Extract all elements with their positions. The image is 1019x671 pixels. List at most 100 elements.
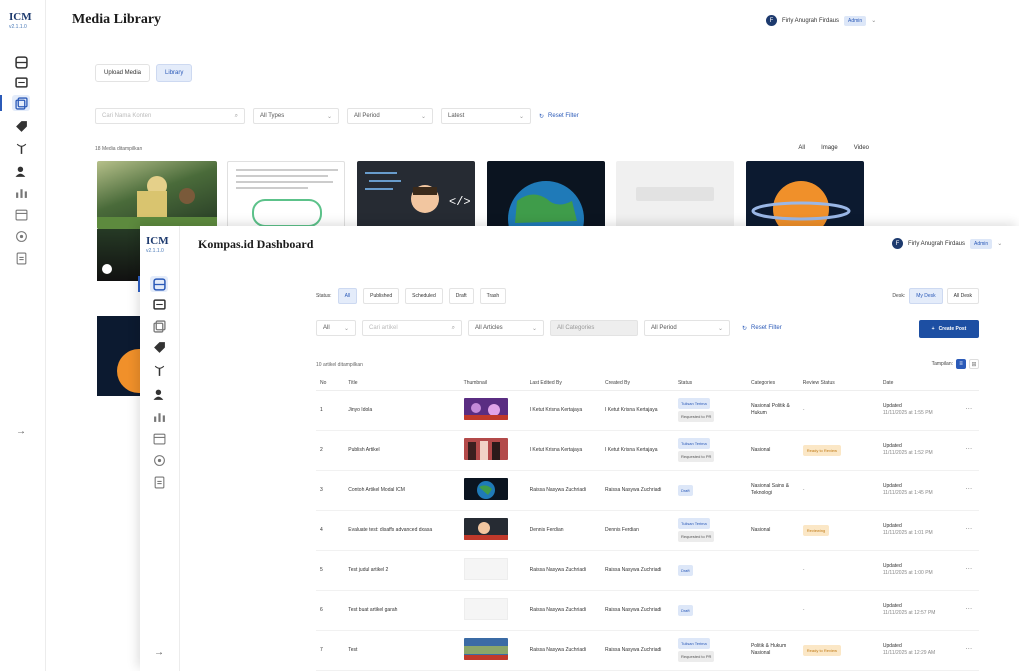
article-title-link[interactable]: Evaluate test: disaffs advanced dxasa [344, 510, 460, 551]
status-all[interactable]: All [337, 288, 358, 304]
media-thumbnail[interactable] [616, 161, 734, 229]
collapse-sidebar-icon[interactable]: → [12, 423, 30, 439]
list-view-icon[interactable]: ≡ [956, 359, 966, 369]
article-title-link[interactable]: Test buat artikel garah [344, 590, 460, 631]
desk-all-desk[interactable]: All Desk [946, 288, 979, 304]
media-thumbnail[interactable] [97, 316, 143, 396]
period-select[interactable]: All Period ⌄ [347, 108, 433, 124]
document-icon[interactable] [12, 250, 30, 266]
articles-select[interactable]: All Articles ⌄ [468, 320, 544, 336]
segment-video[interactable]: Video [854, 145, 869, 151]
articles-icon[interactable] [12, 74, 30, 90]
search-input[interactable]: Cari artikel ⌕ [362, 320, 462, 336]
analytics-icon[interactable] [150, 408, 168, 424]
user-menu[interactable]: F Firly Anugrah Firdaus Admin ⌄ [892, 238, 1002, 249]
users-icon[interactable] [150, 386, 168, 402]
article-title-link[interactable]: Jinyo Idola [344, 390, 460, 431]
col-title[interactable]: Title [344, 376, 460, 391]
article-title-link[interactable]: Contoh Artikel Modal ICM [344, 470, 460, 511]
users-icon[interactable] [12, 163, 30, 179]
more-icon[interactable]: ⋯ [965, 486, 972, 493]
table-row[interactable]: 4 Evaluate test: disaffs advanced dxasa … [316, 510, 979, 551]
article-thumbnail [463, 437, 508, 460]
table-row[interactable]: 7 Test Raissa Nasywa Zuchriadi Raissa Na… [316, 630, 979, 671]
search-input[interactable]: Cari Nama Konten ⌕ [95, 108, 245, 124]
tag-icon[interactable] [12, 118, 30, 134]
create-post-button[interactable]: + Create Post [919, 320, 979, 338]
broadcast-icon[interactable] [150, 362, 168, 378]
analytics-icon[interactable] [12, 184, 30, 200]
status-badge: Draft [677, 604, 693, 616]
row-actions-icon[interactable]: ⋯ [961, 470, 979, 511]
more-icon[interactable]: ⋯ [965, 646, 972, 653]
article-title-link[interactable]: Publish Artikel [344, 430, 460, 471]
media-thumbnail[interactable] [97, 161, 217, 229]
more-icon[interactable]: ⋯ [965, 406, 972, 413]
type-select[interactable]: All Types ⌄ [253, 108, 339, 124]
col-no[interactable]: No [316, 376, 345, 391]
media-thumbnail[interactable] [97, 229, 143, 281]
media-thumbnail[interactable]: </> [357, 161, 475, 229]
segment-all[interactable]: All [798, 145, 805, 151]
article-title-link[interactable]: Test [344, 630, 460, 671]
user-name: Firly Anugrah Firdaus [782, 17, 840, 24]
segment-image[interactable]: Image [821, 145, 838, 151]
document-icon[interactable] [150, 474, 168, 490]
table-row[interactable]: 1 Jinyo Idola I Ketut Krisna Kertajaya I… [316, 390, 979, 431]
col-status[interactable]: Status [673, 376, 747, 391]
broadcast-icon[interactable] [12, 140, 30, 156]
row-actions-icon[interactable]: ⋯ [961, 430, 979, 471]
categories-select[interactable]: All Categories [550, 320, 638, 336]
dashboard-icon[interactable] [12, 54, 30, 70]
media-icon[interactable] [0, 95, 30, 111]
row-actions-icon[interactable]: ⋯ [961, 550, 979, 591]
tab-library[interactable]: Library [156, 64, 193, 82]
user-menu[interactable]: F Firly Anugrah Firdaus Admin ⌄ [766, 15, 876, 26]
col-created[interactable]: Created By [600, 376, 674, 391]
period-select[interactable]: All Period ⌄ [644, 320, 730, 336]
row-actions-icon[interactable]: ⋯ [961, 390, 979, 431]
more-icon[interactable]: ⋯ [965, 566, 972, 573]
media-icon[interactable] [150, 318, 168, 334]
desk-my-desk[interactable]: My Desk [909, 288, 943, 304]
dashboard-icon[interactable] [138, 276, 168, 292]
row-actions-icon[interactable]: ⋯ [961, 510, 979, 551]
media-thumbnail[interactable] [487, 161, 605, 229]
col-categories[interactable]: Categories [746, 376, 799, 391]
search-settings-icon[interactable] [12, 228, 30, 244]
col-last-edited[interactable]: Last Edited By [525, 376, 601, 391]
media-thumbnail[interactable] [746, 161, 864, 229]
table-row[interactable]: 2 Publish Artikel I Ketut Krisna Kertaja… [316, 430, 979, 471]
scope-select[interactable]: All ⌄ [316, 320, 356, 336]
more-icon[interactable]: ⋯ [965, 526, 972, 533]
search-settings-icon[interactable] [150, 452, 168, 468]
more-icon[interactable]: ⋯ [965, 446, 972, 453]
tab-upload-media[interactable]: Upload Media [95, 64, 151, 82]
articles-icon[interactable] [150, 296, 168, 312]
sort-select[interactable]: Latest ⌄ [441, 108, 531, 124]
col-review-status[interactable]: Review Status [798, 376, 879, 391]
table-row[interactable]: 5 Test judul artikel 2 Raissa Nasywa Zuc… [316, 550, 979, 591]
grid-view-icon[interactable]: ⊞ [969, 359, 979, 369]
status-scheduled[interactable]: Scheduled [405, 288, 443, 304]
more-icon[interactable]: ⋯ [965, 606, 972, 613]
row-actions-icon[interactable]: ⋯ [961, 630, 979, 671]
collapse-sidebar-icon[interactable]: → [150, 644, 168, 660]
article-title-link[interactable]: Test judul artikel 2 [344, 550, 460, 591]
tag-icon[interactable] [150, 339, 168, 355]
table-row[interactable]: 3 Contoh Artikel Modal ICM Raissa Nasywa… [316, 470, 979, 511]
status-trash[interactable]: Trash [479, 288, 507, 304]
reset-filter-button[interactable]: ↻ Reset Filter [742, 325, 782, 332]
col-date[interactable]: Date [878, 376, 962, 391]
date-cell: Updated 11/11/2025 at 1:45 PM [878, 470, 962, 511]
calendar-icon[interactable] [12, 206, 30, 222]
status-badge: Draft [677, 564, 693, 576]
media-thumbnail[interactable] [227, 161, 345, 229]
calendar-icon[interactable] [150, 430, 168, 446]
status-draft[interactable]: Draft [448, 288, 474, 304]
table-row[interactable]: 6 Test buat artikel garah Raissa Nasywa … [316, 590, 979, 631]
reset-filter-button[interactable]: ↻ Reset Filter [539, 113, 579, 120]
status-published[interactable]: Published [363, 288, 400, 304]
row-actions-icon[interactable]: ⋯ [961, 590, 979, 631]
period-value: All Period [651, 325, 677, 331]
